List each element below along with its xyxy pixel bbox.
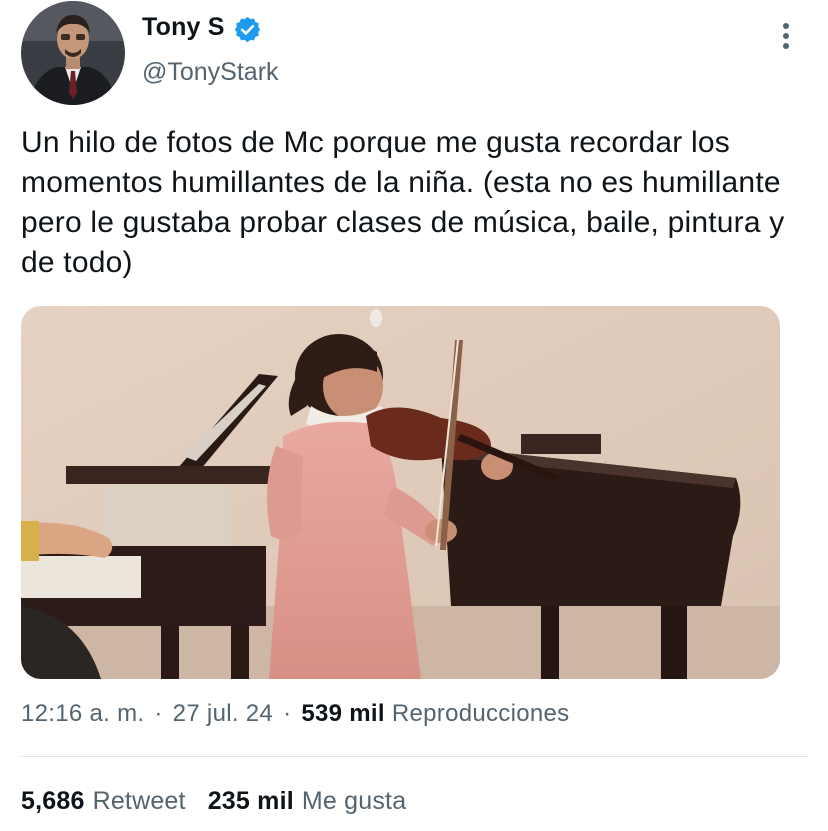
retweets-label: Retweet xyxy=(92,787,186,815)
tweet-time[interactable]: 12:16 a. m. xyxy=(21,700,144,727)
tweet-meta: 12:16 a. m. · 27 jul. 24 · 539 mil Reproducc… xyxy=(21,700,569,728)
avatar[interactable] xyxy=(21,1,125,105)
tweet-stats: 5,686 Retweet 235 mil Me gusta xyxy=(21,787,406,816)
tweet-text: Un hilo de fotos de Mc porque me gusta r… xyxy=(21,126,785,279)
likes-stat[interactable]: 235 mil Me gusta xyxy=(208,787,407,815)
likes-count: 235 mil xyxy=(207,787,294,815)
photo-girl-playing-violin xyxy=(21,306,780,679)
author-handle[interactable]: @TonyStark xyxy=(142,58,279,87)
avatar-image xyxy=(21,1,125,105)
retweets-count: 5,686 xyxy=(21,787,85,815)
views-count: 539 mil xyxy=(301,700,385,727)
likes-label: Me gusta xyxy=(301,787,407,815)
retweets-stat[interactable]: 5,686 Retweet xyxy=(21,787,186,815)
author-display-name[interactable]: Tony S xyxy=(142,13,225,42)
more-vertical-icon xyxy=(783,23,789,49)
meta-separator: · xyxy=(283,700,292,727)
verified-badge-icon xyxy=(234,16,261,43)
tweet-photo[interactable] xyxy=(21,306,780,679)
tweet-date[interactable]: 27 jul. 24 xyxy=(173,700,273,727)
divider xyxy=(21,756,808,757)
more-options-button[interactable] xyxy=(768,18,804,54)
views-label: Reproducciones xyxy=(391,700,570,727)
meta-separator: · xyxy=(154,700,163,727)
